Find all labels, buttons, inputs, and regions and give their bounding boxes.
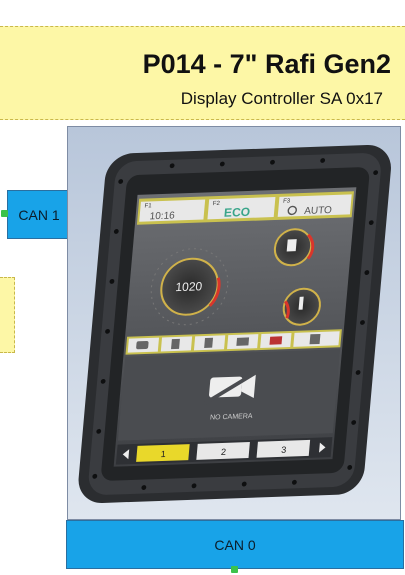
rpm-value: 1020 — [175, 279, 203, 294]
device-photo: F1 F2 F3 10:16 ECO AUTO 1020 NO CAMERA 1… — [67, 126, 401, 520]
clock-readout: 10:16 — [149, 210, 175, 222]
can0-label: CAN 0 — [214, 536, 256, 553]
camera-tab-2-label: 2 — [221, 447, 227, 457]
camera-tab-1-label: 1 — [160, 449, 166, 459]
auto-readout: AUTO — [304, 205, 333, 217]
title-box: P014 - 7" Rafi Gen2 Display Controller S… — [0, 26, 405, 120]
display-illustration: F1 F2 F3 10:16 ECO AUTO 1020 NO CAMERA 1… — [68, 127, 400, 519]
can0-connector[interactable]: CAN 0 — [66, 520, 404, 569]
can1-port-dot — [1, 210, 8, 217]
fuel-icon — [286, 239, 297, 252]
f3-label: F3 — [283, 198, 291, 204]
page-subtitle: Display Controller SA 0x17 — [180, 89, 383, 108]
can1-connector[interactable]: CAN 1 — [7, 190, 71, 239]
f1-label: F1 — [144, 203, 152, 209]
partial-block-left — [0, 277, 15, 353]
can0-port-dot — [231, 566, 238, 573]
eco-mode: ECO — [223, 205, 250, 220]
page-title: P014 - 7" Rafi Gen2 — [142, 49, 391, 79]
camera-tab-3-label: 3 — [281, 445, 287, 455]
can1-label: CAN 1 — [18, 206, 60, 223]
f2-label: F2 — [213, 201, 221, 207]
